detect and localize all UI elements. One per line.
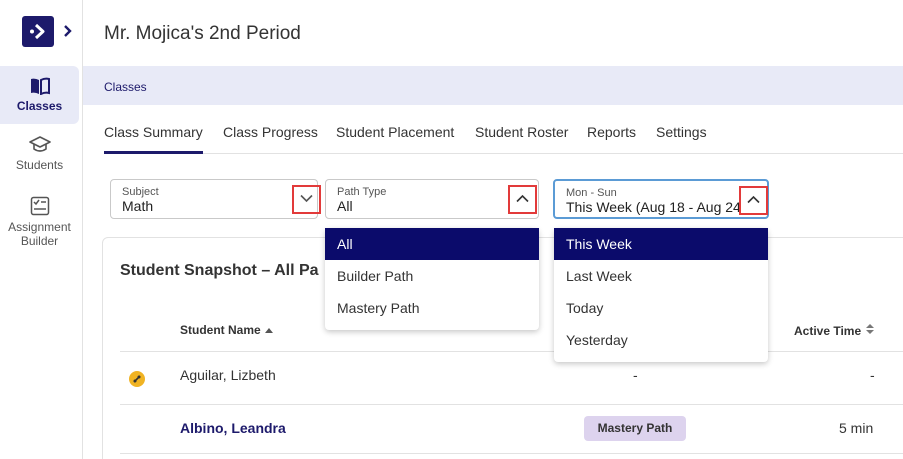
path-type-label: Path Type [337, 186, 387, 198]
tab-settings[interactable]: Settings [656, 124, 707, 154]
tab-bar: Class Summary Class Progress Student Pla… [104, 124, 903, 154]
sidebar-item-classes[interactable]: Classes [0, 66, 79, 124]
subject-dropdown[interactable]: Subject Math [110, 179, 321, 219]
chevron-up-icon [747, 195, 760, 204]
path-type-menu: All Builder Path Mastery Path [325, 228, 539, 330]
date-range-option[interactable]: Today [554, 292, 768, 324]
table-divider [120, 453, 903, 454]
table-row-path: - [633, 367, 638, 383]
table-divider [120, 351, 903, 352]
tab-student-placement[interactable]: Student Placement [336, 124, 454, 154]
graduation-cap-icon [28, 136, 51, 152]
date-range-label: Mon - Sun [566, 187, 617, 199]
subject-value: Math [122, 198, 154, 214]
table-row-active-time: 5 min [839, 420, 874, 436]
path-type-value: All [337, 198, 353, 214]
path-type-dropdown[interactable]: Path Type All [325, 179, 539, 219]
table-row-student-name: Aguilar, Lizbeth [180, 367, 276, 383]
sidebar-item-assignment-builder[interactable]: Assignment Builder [0, 196, 79, 248]
table-row-student-name[interactable]: Albino, Leandra [180, 420, 286, 436]
breadcrumb-bar: Classes [83, 66, 903, 105]
link-icon [133, 375, 141, 383]
page-title: Mr. Mojica's 2nd Period [104, 23, 301, 44]
logo-arrow-icon [30, 23, 45, 40]
tab-student-roster[interactable]: Student Roster [475, 124, 568, 154]
sidebar: Classes Students Assignment Builder [0, 0, 83, 459]
path-type-badge: Mastery Path [584, 416, 686, 441]
subject-toggle[interactable] [292, 185, 321, 214]
table-row-active-time: - [870, 367, 875, 383]
path-type-option[interactable]: Mastery Path [325, 292, 539, 324]
table-divider [120, 404, 903, 405]
sidebar-item-label: Students [15, 158, 64, 172]
tab-reports[interactable]: Reports [587, 124, 636, 154]
path-type-option[interactable]: Builder Path [325, 260, 539, 292]
date-range-option[interactable]: Last Week [554, 260, 768, 292]
sidebar-item-label: Assignment Builder [8, 220, 71, 248]
tab-class-progress[interactable]: Class Progress [223, 124, 318, 154]
sort-ascending-icon [265, 328, 274, 333]
chevron-down-icon [300, 194, 313, 203]
date-range-option[interactable]: Yesterday [554, 324, 768, 356]
book-icon [30, 77, 50, 95]
date-range-option[interactable]: This Week [554, 228, 768, 260]
snapshot-title: Student Snapshot – All Pa [120, 262, 319, 279]
date-range-value: This Week (Aug 18 - Aug 24) [566, 199, 741, 215]
breadcrumb[interactable]: Classes [104, 80, 147, 94]
sidebar-item-students[interactable]: Students [0, 136, 79, 172]
sort-icon [865, 324, 874, 334]
date-range-dropdown[interactable]: Mon - Sun This Week (Aug 18 - Aug 24) [553, 179, 769, 219]
app-logo[interactable] [22, 16, 54, 47]
tab-class-summary[interactable]: Class Summary [104, 124, 203, 154]
checklist-icon [30, 196, 49, 216]
sidebar-item-label: Classes [16, 99, 63, 113]
date-range-toggle[interactable] [739, 186, 768, 215]
path-type-option[interactable]: All [325, 228, 539, 260]
chevron-up-icon [516, 194, 529, 203]
date-range-menu: This Week Last Week Today Yesterday [554, 228, 768, 362]
chevron-right-icon [64, 25, 72, 37]
path-type-toggle[interactable] [508, 185, 537, 214]
expand-sidebar-button[interactable] [63, 24, 73, 43]
column-header-student-name[interactable]: Student Name [180, 323, 274, 337]
subject-label: Subject [122, 186, 159, 198]
status-indicator [129, 371, 145, 387]
column-header-active-time[interactable]: Active Time [794, 323, 875, 338]
